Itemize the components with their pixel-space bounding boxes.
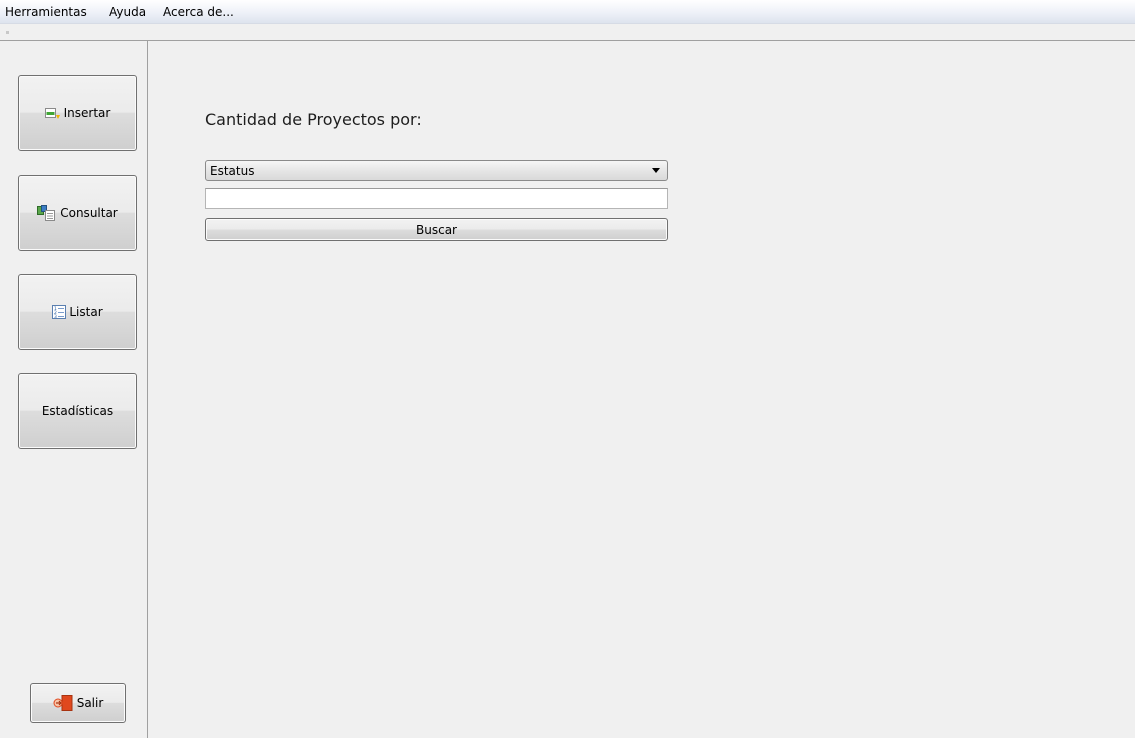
filter-select-value: Estatus: [210, 164, 255, 178]
search-button[interactable]: Buscar: [205, 218, 668, 241]
top-divider: [0, 40, 1135, 41]
exit-button[interactable]: Salir: [30, 683, 126, 723]
menu-acerca-de[interactable]: Acerca de...: [163, 5, 234, 19]
page-title: Cantidad de Proyectos por:: [205, 110, 422, 129]
exit-icon: [53, 695, 73, 711]
insert-button[interactable]: Insertar: [18, 75, 137, 151]
query-button[interactable]: Consultar: [18, 175, 137, 251]
query-label: Consultar: [60, 206, 118, 220]
list-icon: 1 2 3: [52, 305, 67, 320]
exit-label: Salir: [76, 696, 104, 710]
search-input[interactable]: [205, 188, 668, 209]
list-label: Listar: [69, 305, 103, 319]
chevron-down-icon: [652, 168, 660, 173]
insert-label: Insertar: [63, 106, 111, 120]
insert-icon: [44, 106, 61, 120]
menu-ayuda[interactable]: Ayuda: [109, 5, 146, 19]
toolbar-grip: [6, 31, 9, 34]
menu-bar: Herramientas Ayuda Acerca de...: [0, 0, 1135, 24]
menu-herramientas[interactable]: Herramientas: [5, 5, 87, 19]
filter-select[interactable]: Estatus: [205, 160, 668, 181]
sidebar-divider: [147, 40, 148, 738]
query-icon: [37, 205, 57, 221]
statistics-button[interactable]: Estadísticas: [18, 373, 137, 449]
svg-text:3: 3: [54, 314, 57, 319]
statistics-label: Estadísticas: [41, 404, 114, 418]
list-button[interactable]: 1 2 3 Listar: [18, 274, 137, 350]
search-button-label: Buscar: [416, 222, 457, 237]
